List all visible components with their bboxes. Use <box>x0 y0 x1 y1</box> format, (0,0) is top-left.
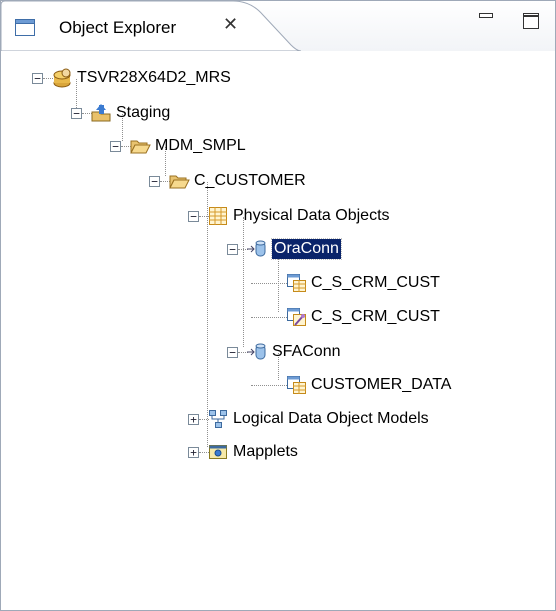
close-view-icon[interactable]: ✕ <box>223 14 238 34</box>
tree-guide-line <box>251 385 287 386</box>
tree-node-label[interactable]: C_S_CRM_CUST <box>311 307 440 327</box>
tree-node-label[interactable]: Staging <box>116 103 170 123</box>
database-connection-icon <box>246 341 268 363</box>
project-icon <box>90 102 112 124</box>
tree-node-label[interactable]: C_CUSTOMER <box>194 171 306 191</box>
collapse-icon[interactable]: − <box>71 108 82 119</box>
collapse-icon[interactable]: − <box>188 211 199 222</box>
minimize-icon[interactable] <box>477 11 495 25</box>
tree-node-label[interactable]: CUSTOMER_DATA <box>311 375 451 395</box>
folder-open-icon <box>129 135 151 157</box>
tree-node-label[interactable]: TSVR28X64D2_MRS <box>77 68 231 88</box>
tree-guide-line <box>243 217 244 347</box>
mapplet-icon <box>207 441 229 463</box>
collapse-icon[interactable]: − <box>227 244 238 255</box>
table-object-icon <box>285 272 307 294</box>
collapse-icon[interactable]: − <box>227 347 238 358</box>
tree-node-label[interactable]: MDM_SMPL <box>155 136 246 156</box>
tree-node-label[interactable]: C_S_CRM_CUST <box>311 273 440 293</box>
view-window-icon <box>15 19 35 36</box>
expand-icon[interactable]: + <box>188 447 199 458</box>
tree-node-label[interactable]: Mapplets <box>233 442 298 462</box>
object-explorer-view: Object Explorer ✕ − TSVR28X64D2_MRS − Stagi… <box>0 0 556 611</box>
tree-guide-line <box>251 317 287 318</box>
database-connection-icon <box>246 238 268 260</box>
table-grid-icon <box>207 205 229 227</box>
view-title: Object Explorer <box>59 18 177 37</box>
logical-model-icon <box>207 408 229 430</box>
expand-icon[interactable]: + <box>188 414 199 425</box>
tree-guide-line <box>251 283 287 284</box>
tree-node-label[interactable]: SFAConn <box>272 342 340 362</box>
repository-icon <box>51 67 73 89</box>
collapse-icon[interactable]: − <box>32 73 43 84</box>
view-title-bar: Object Explorer ✕ <box>1 1 555 51</box>
tree-node-label[interactable]: OraConn <box>271 238 342 260</box>
maximize-icon[interactable] <box>521 11 541 31</box>
customized-table-object-icon <box>285 306 307 328</box>
tree-guide-line <box>278 250 279 312</box>
tree-node-label[interactable]: Physical Data Objects <box>233 206 390 226</box>
folder-open-icon <box>168 170 190 192</box>
tree-node-label[interactable]: Logical Data Object Models <box>233 409 429 429</box>
collapse-icon[interactable]: − <box>110 141 121 152</box>
collapse-icon[interactable]: − <box>149 176 160 187</box>
table-object-icon <box>285 374 307 396</box>
